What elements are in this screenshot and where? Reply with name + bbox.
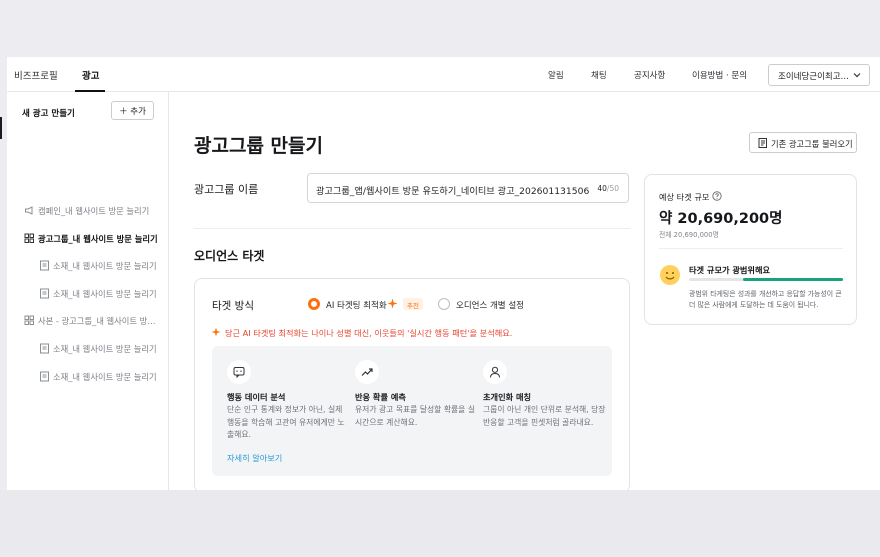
add-button[interactable]: ＋ 추가 [111, 101, 154, 120]
sidebar-item-creative[interactable]: 소재_내 웹사이트 방문 늘리기 [39, 260, 164, 272]
sidebar-item-label: 소재_내 웹사이트 방문 늘리기 [53, 289, 157, 299]
sidebar-title: 새 광고 만들기 [22, 109, 75, 119]
document-list-icon [758, 138, 767, 148]
group-icon [24, 315, 34, 325]
page-title: 광고그룹 만들기 [194, 135, 323, 157]
feature-desc: 단순 인구 통계와 정보가 아닌, 실제 행동을 학습해 고관여 유저에게만 노… [227, 405, 345, 439]
estimate-total: 전체 20,690,000명 [659, 231, 719, 239]
estimate-label: 예상 타겟 규모 [659, 191, 722, 203]
chevron-down-icon [853, 73, 861, 78]
document-icon [40, 288, 49, 299]
targeting-card: 타겟 방식 AI 타겟팅 최적화 추천 오디언스 개별 설정 당근 AI 타겟팅… [194, 278, 630, 490]
megaphone-icon [25, 206, 33, 215]
ai-targeting-label[interactable]: AI 타겟팅 최적화 [326, 299, 387, 311]
feature-icon-bg [355, 360, 379, 384]
feature-icon-bg [227, 360, 251, 384]
sidebar-item-label: 소재_내 웹사이트 방문 늘리기 [53, 344, 157, 354]
sidebar-item-creative[interactable]: 소재_내 웹사이트 방문 늘리기 [39, 343, 164, 355]
account-name: 조이네당근이최고… [778, 72, 850, 82]
sidebar-item-creative[interactable]: 소재_내 웹사이트 방문 늘리기 [39, 371, 164, 383]
help-link[interactable]: 이용방법 · 문의 [692, 69, 747, 81]
top-navigation: 비즈프로필 광고 알림 채팅 공지사항 이용방법 · 문의 조이네당근이최고… [7, 57, 880, 92]
feature-icon-bg [483, 360, 507, 384]
sidebar-item-adgroup-copy[interactable]: 사본 - 광고그룹_내 웹사이트 방… [24, 315, 164, 327]
audience-range-fill [742, 278, 843, 281]
sidebar-item-label: 소재_내 웹사이트 방문 늘리기 [53, 372, 157, 382]
account-select[interactable]: 조이네당근이최고… [768, 64, 870, 86]
divider [659, 248, 843, 249]
range-description: 광범위 타게팅은 성과를 개선하고 응답할 가능성이 큰 더 많은 사람에게 도… [689, 290, 842, 309]
add-button-label: 추가 [130, 107, 146, 117]
estimate-card: 예상 타겟 규모 약 20,690,200명 전체 20,690,000명 타겟… [644, 174, 857, 325]
feature-desc: 그룹이 아닌 개인 단위로 분석해, 당장 반응할 고객을 핀셋처럼 골라내요. [483, 405, 606, 427]
load-button-label: 기존 광고그룹 불러오기 [771, 139, 853, 149]
learn-more-link[interactable]: 자세히 알아보기 [227, 452, 282, 464]
group-icon [24, 233, 34, 243]
smile-icon [660, 265, 680, 285]
person-icon [490, 366, 500, 378]
document-icon [40, 260, 49, 271]
sidebar-item-creative[interactable]: 소재_내 웹사이트 방문 늘리기 [39, 288, 164, 300]
sidebar-item-label: 광고그룹_내 웹사이트 방문 늘리기 [38, 234, 158, 244]
tab-ads[interactable]: 광고 [82, 68, 99, 82]
document-icon [40, 343, 49, 354]
sidebar-item-label: 사본 - 광고그룹_내 웹사이트 방… [38, 316, 156, 326]
sidebar-item-campaign[interactable]: 캠페인_내 웹사이트 방문 늘리기 [24, 205, 164, 217]
help-icon[interactable] [712, 191, 722, 201]
notices-link[interactable]: 공지사항 [634, 69, 665, 81]
manual-audience-radio[interactable] [438, 298, 450, 310]
char-count: 40 [597, 184, 607, 193]
range-title: 타겟 규모가 광범위해요 [689, 265, 771, 275]
char-max: /50 [606, 184, 619, 193]
sidebar: 새 광고 만들기 ＋ 추가 캠페인_내 웹사이트 방문 늘리기 광고그룹_내 웹… [7, 92, 169, 490]
estimate-value: 약 20,690,200명 [659, 211, 783, 227]
sidebar-item-label: 소재_내 웹사이트 방문 늘리기 [53, 261, 157, 271]
background-strip [0, 490, 880, 557]
adgroup-name-input[interactable]: 광고그룹_앱/웹사이트 방문 유도하기_네이티브 광고_202601131506… [307, 173, 629, 203]
feature-box: 행동 데이터 분석 단순 인구 통계와 정보가 아닌, 실제 행동을 학습해 고… [212, 346, 612, 476]
chat-link[interactable]: 채팅 [591, 69, 607, 81]
sidebar-item-label: 캠페인_내 웹사이트 방문 늘리기 [38, 206, 150, 216]
targeting-method-label: 타겟 방식 [212, 300, 254, 312]
chat-icon [233, 367, 245, 378]
estimate-label-text: 예상 타겟 규모 [659, 192, 710, 202]
ai-note-text: 당근 AI 타겟팅 최적화는 나이나 성별 대신, 이웃들의 '실시간 행동 패… [225, 328, 513, 338]
feature-title: 반응 확률 예측 [355, 392, 406, 402]
feature-title: 초개인화 매칭 [483, 392, 532, 402]
manual-audience-label[interactable]: 오디언스 개별 설정 [456, 299, 524, 311]
char-counter: 40/50 [597, 184, 619, 193]
notifications-link[interactable]: 알림 [548, 69, 564, 81]
divider [194, 228, 630, 229]
app-window: 비즈프로필 광고 알림 채팅 공지사항 이용방법 · 문의 조이네당근이최고… … [7, 57, 880, 490]
window-edge-accent [0, 117, 2, 139]
tab-bizprofile[interactable]: 비즈프로필 [14, 68, 58, 82]
plus-icon: ＋ [119, 107, 128, 117]
document-icon [40, 371, 49, 382]
sidebar-item-adgroup[interactable]: 광고그룹_내 웹사이트 방문 늘리기 [24, 233, 164, 245]
sparkle-icon [211, 327, 221, 337]
adgroup-name-value: 광고그룹_앱/웹사이트 방문 유도하기_네이티브 광고_202601131506 [316, 186, 590, 197]
feature-title: 행동 데이터 분석 [227, 392, 286, 402]
recommended-badge: 추천 [403, 298, 423, 310]
sparkle-icon [387, 298, 398, 309]
load-existing-adgroup-button[interactable]: 기존 광고그룹 불러오기 [749, 132, 857, 153]
ai-targeting-radio[interactable] [308, 298, 320, 310]
trend-up-icon [361, 368, 373, 376]
audience-target-title: 오디언스 타겟 [194, 249, 265, 263]
adgroup-name-label: 광고그룹 이름 [194, 183, 259, 196]
feature-desc: 유저가 광고 목표를 달성할 확률을 실시간으로 계산해요. [355, 405, 475, 427]
audience-range-bar [689, 278, 843, 281]
